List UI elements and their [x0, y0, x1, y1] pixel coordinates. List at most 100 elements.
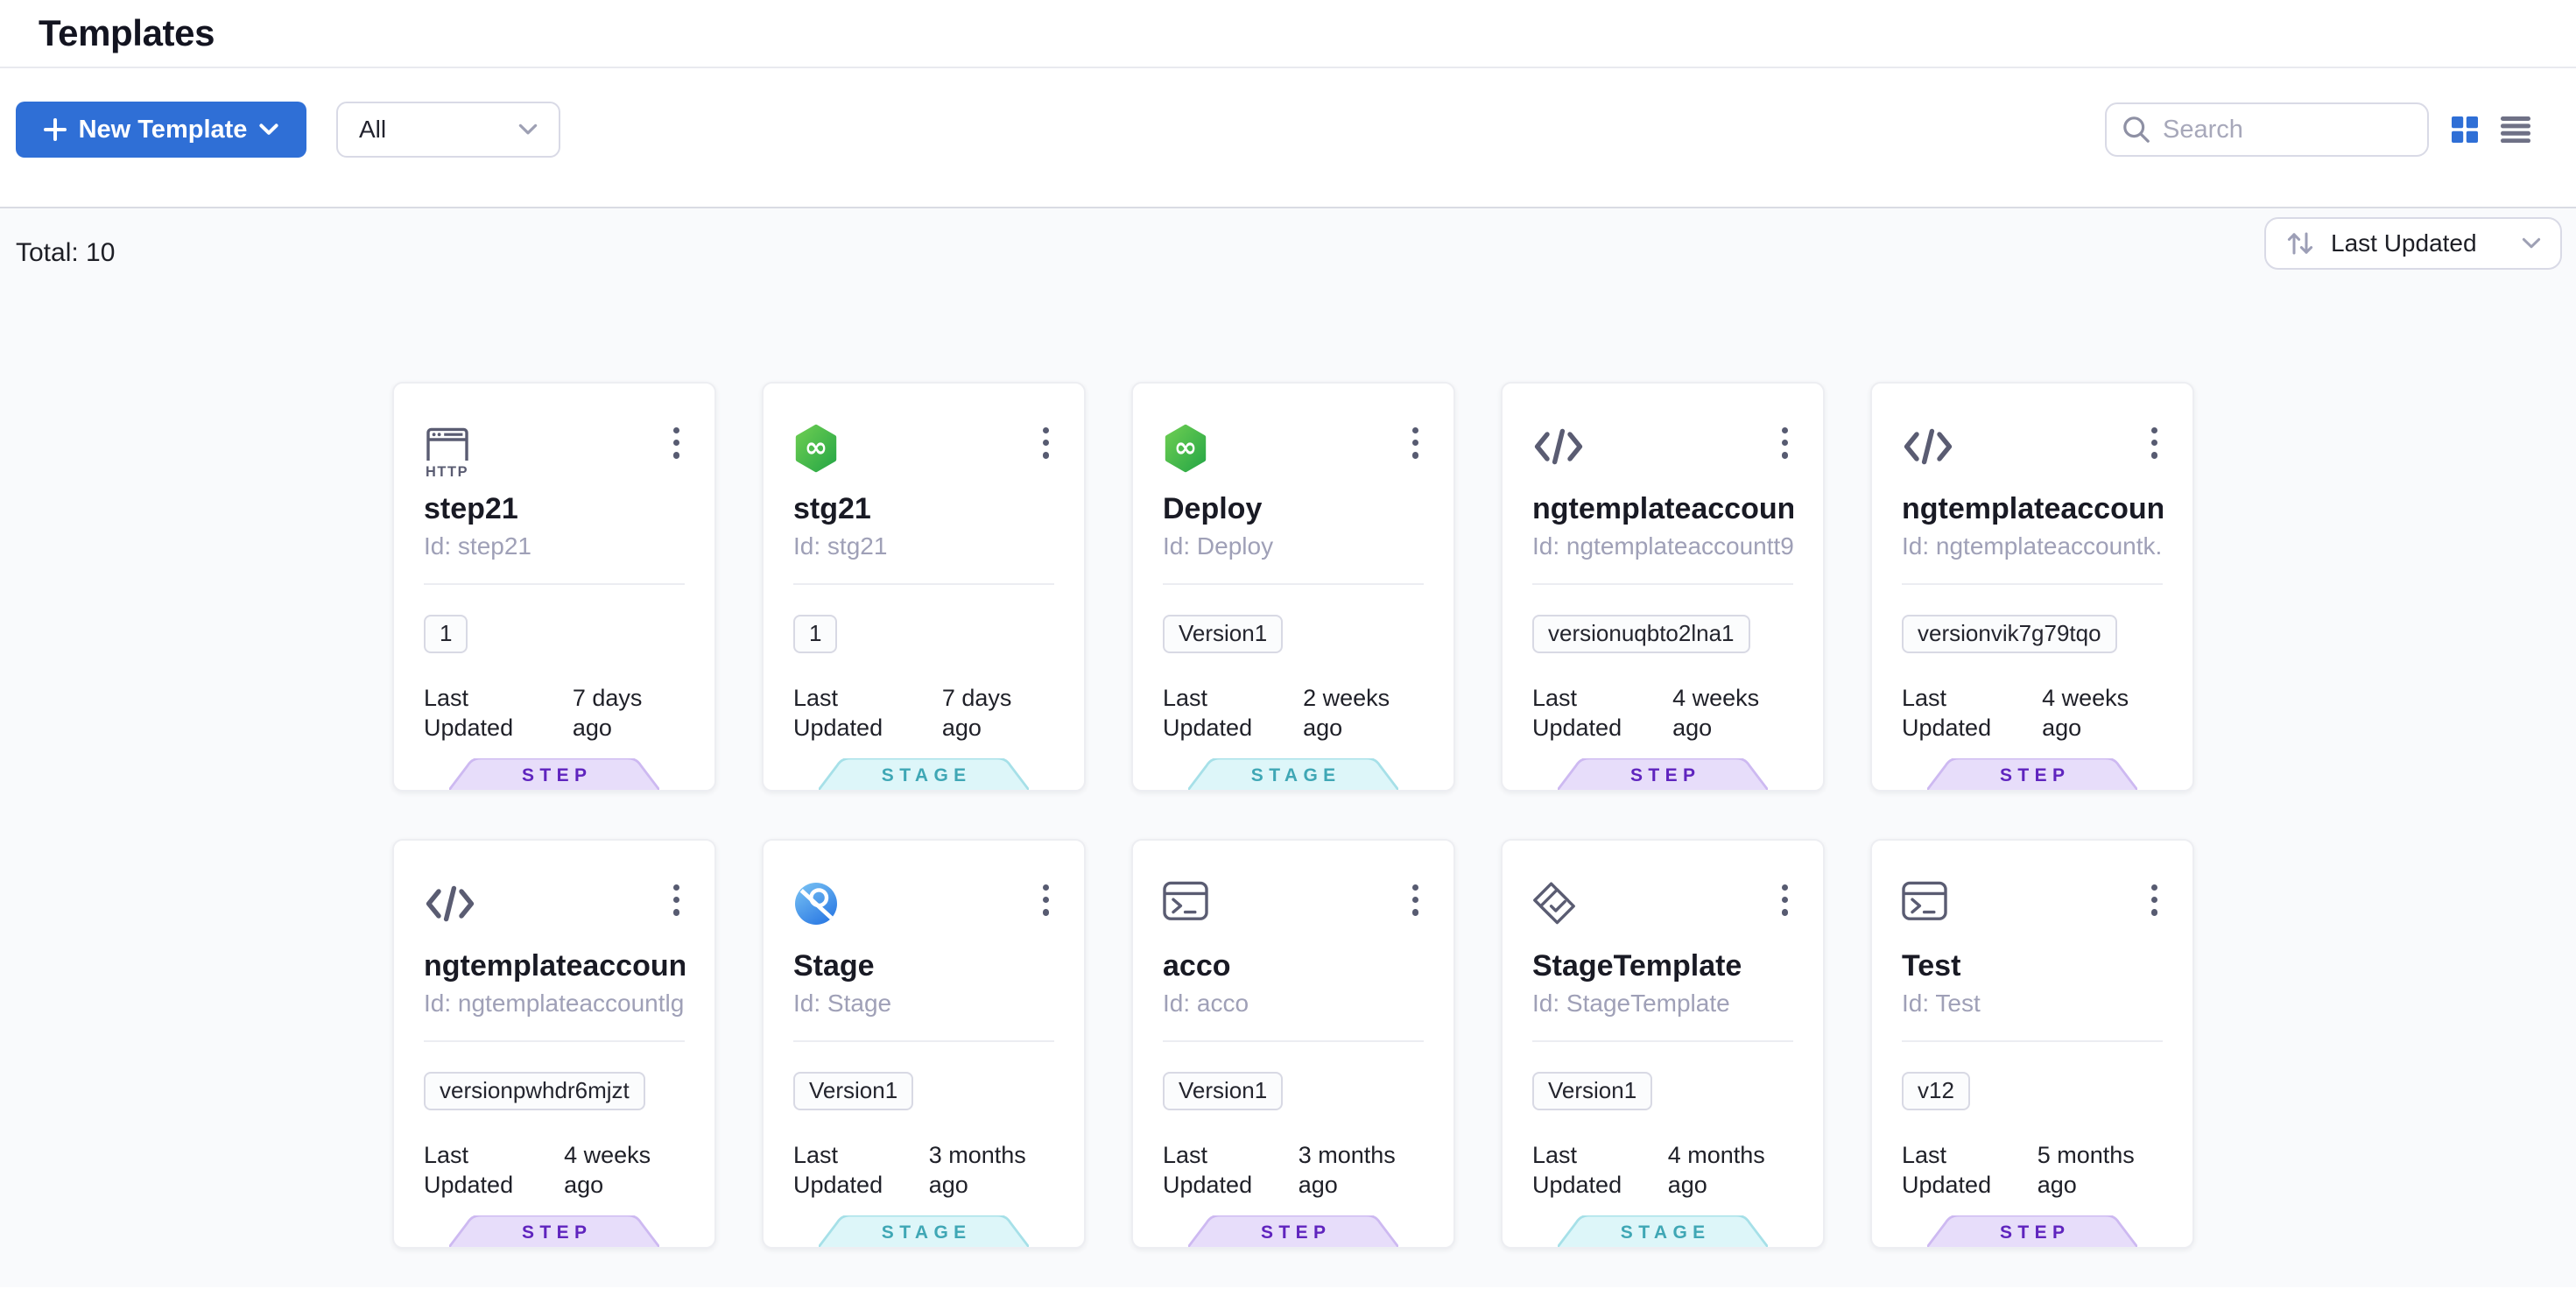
card-header [1902, 424, 2163, 480]
divider [1532, 583, 1793, 585]
last-updated: Last Updated 3 months ago [1163, 1140, 1424, 1200]
last-updated: Last Updated 5 months ago [1902, 1140, 2163, 1200]
card-title: ngtemplateaccountt... [1532, 490, 1793, 527]
template-card[interactable]: Test Id: Test v12 Last Updated 5 months … [1870, 839, 2194, 1249]
cd-icon: ∞ [793, 424, 839, 480]
last-updated-value: 3 months ago [929, 1140, 1054, 1200]
version-badge: Version1 [1163, 1072, 1283, 1110]
card-menu-button[interactable] [1407, 424, 1424, 462]
card-title: ngtemplateaccountk... [1902, 490, 2163, 527]
card-title: Test [1902, 947, 2163, 984]
custom-stage-icon [793, 881, 839, 933]
template-type-label: STEP [449, 765, 659, 786]
template-type-ribbon: STEP [449, 1215, 659, 1247]
card-menu-button[interactable] [2146, 881, 2163, 919]
template-type-ribbon: STEP [449, 758, 659, 790]
template-card[interactable]: Stage Id: Stage Version1 Last Updated 3 … [762, 839, 1086, 1249]
code-icon [1532, 424, 1585, 476]
card-id: Id: step21 [424, 531, 685, 562]
template-card[interactable]: StageTemplate Id: StageTemplate Version1… [1501, 839, 1825, 1249]
last-updated-label: Last Updated [1532, 1140, 1656, 1200]
card-title: ngtemplateaccountl... [424, 947, 685, 984]
card-menu-button[interactable] [1407, 881, 1424, 919]
template-card[interactable]: acco Id: acco Version1 Last Updated 3 mo… [1131, 839, 1455, 1249]
template-type-ribbon: STEP [1558, 758, 1768, 790]
card-header: ∞ [1163, 424, 1424, 480]
svg-text:∞: ∞ [1174, 431, 1198, 464]
card-menu-button[interactable] [2146, 424, 2163, 462]
new-template-button[interactable]: New Template [16, 102, 306, 158]
template-card[interactable]: ngtemplateaccountl... Id: ngtemplateacco… [392, 839, 716, 1249]
version-badge: 1 [793, 615, 837, 653]
card-menu-button[interactable] [1038, 424, 1054, 462]
card-id: Id: Test [1902, 988, 2163, 1019]
template-type-label: STAGE [819, 765, 1029, 786]
template-type-label: STEP [1927, 765, 2137, 786]
last-updated-value: 4 weeks ago [1672, 683, 1793, 743]
svg-text:∞: ∞ [805, 431, 828, 464]
chevron-down-icon [259, 123, 278, 136]
template-card[interactable]: HTTP step21 Id: step21 1 Last Updated 7 … [392, 382, 716, 792]
template-type-ribbon: STEP [1188, 1215, 1398, 1247]
template-card[interactable]: ngtemplateaccountt... Id: ngtemplateacco… [1501, 382, 1825, 792]
grid-view-button[interactable] [2452, 116, 2478, 143]
search-input[interactable] [2163, 116, 2411, 144]
grid-view-icon [2452, 116, 2478, 143]
last-updated-value: 4 months ago [1668, 1140, 1793, 1200]
divider [1163, 1040, 1424, 1042]
version-badge: Version1 [793, 1072, 913, 1110]
card-header [793, 881, 1054, 937]
card-menu-button[interactable] [668, 424, 685, 462]
template-card[interactable]: ∞ Deploy Id: Deploy Version1 Last Update… [1131, 382, 1455, 792]
card-id: Id: stg21 [793, 531, 1054, 562]
code-icon [1902, 424, 1954, 476]
last-updated-value: 4 weeks ago [564, 1140, 685, 1200]
content: Total: 10 Last Updated HTTP step21 Id: s… [0, 208, 2576, 1287]
version-badge: Version1 [1532, 1072, 1652, 1110]
toolbar: New Template All [0, 68, 2576, 208]
last-updated-label: Last Updated [793, 1140, 917, 1200]
card-header [1532, 424, 1793, 480]
last-updated: Last Updated 4 weeks ago [1532, 683, 1793, 743]
card-id: Id: StageTemplate [1532, 988, 1793, 1019]
cd-icon: ∞ [1163, 424, 1208, 480]
template-type-label: STEP [449, 1222, 659, 1243]
divider [1902, 1040, 2163, 1042]
chevron-down-icon [518, 123, 538, 136]
template-type-label: STAGE [1188, 765, 1398, 786]
last-updated: Last Updated 7 days ago [424, 683, 685, 743]
type-filter-value: All [359, 116, 386, 144]
template-card[interactable]: ngtemplateaccountk... Id: ngtemplateacco… [1870, 382, 2194, 792]
card-menu-button[interactable] [1777, 881, 1793, 919]
sort-select[interactable]: Last Updated [2264, 217, 2562, 270]
card-header: HTTP [424, 424, 685, 480]
last-updated: Last Updated 4 weeks ago [424, 1140, 685, 1200]
toolbar-right [2105, 102, 2530, 158]
template-type-label: STAGE [1558, 1222, 1768, 1243]
type-filter-select[interactable]: All [336, 102, 560, 158]
card-id: Id: acco [1163, 988, 1424, 1019]
search-icon [2122, 116, 2150, 144]
card-header [1532, 881, 1793, 937]
last-updated-label: Last Updated [1163, 1140, 1286, 1200]
template-type-ribbon: STAGE [819, 1215, 1029, 1247]
list-view-icon [2501, 116, 2530, 143]
template-card[interactable]: ∞ stg21 Id: stg21 1 Last Updated 7 days … [762, 382, 1086, 792]
templates-page: Templates New Template All Total: [0, 0, 2576, 1289]
list-view-button[interactable] [2501, 116, 2530, 143]
card-id: Id: ngtemplateaccountlg... [424, 988, 685, 1019]
card-id: Id: ngtemplateaccountk... [1902, 531, 2163, 562]
card-title: Stage [793, 947, 1054, 984]
search-box [2105, 102, 2429, 157]
svg-text:HTTP: HTTP [426, 464, 468, 478]
card-header: ∞ [793, 424, 1054, 480]
card-menu-button[interactable] [668, 881, 685, 919]
card-title: stg21 [793, 490, 1054, 527]
card-menu-button[interactable] [1777, 424, 1793, 462]
last-updated: Last Updated 2 weeks ago [1163, 683, 1424, 743]
card-menu-button[interactable] [1038, 881, 1054, 919]
divider [1902, 583, 2163, 585]
last-updated-value: 5 months ago [2038, 1140, 2163, 1200]
card-id: Id: Deploy [1163, 531, 1424, 562]
card-id: Id: Stage [793, 988, 1054, 1019]
